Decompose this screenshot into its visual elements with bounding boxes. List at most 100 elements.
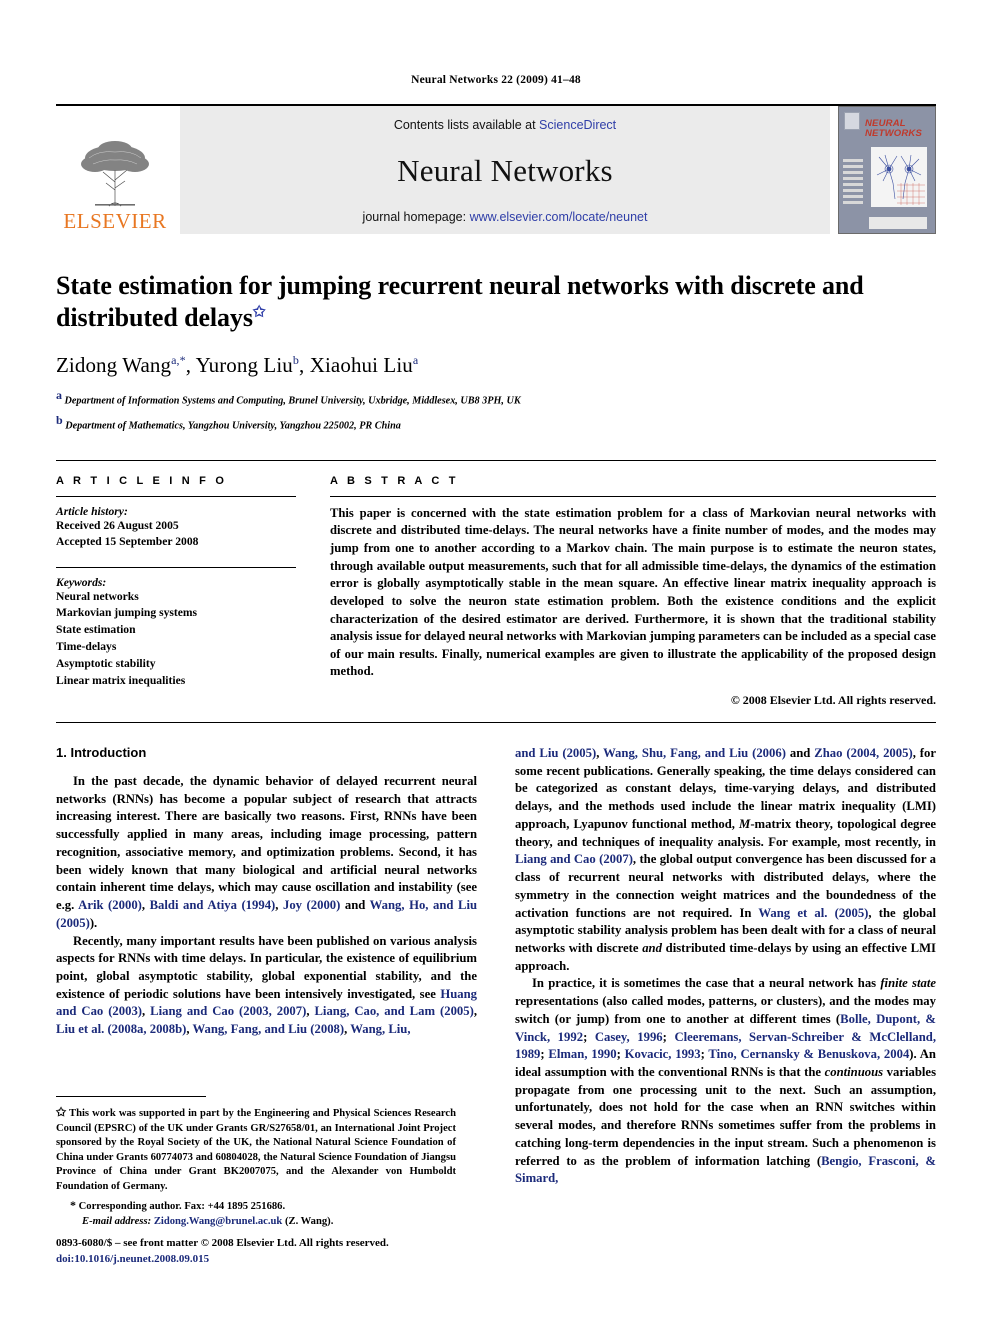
paragraph: Recently, many important results have be… xyxy=(56,933,477,1039)
doi-link[interactable]: doi:10.1016/j.neunet.2008.09.015 xyxy=(56,1252,476,1268)
running-head: Neural Networks 22 (2009) 41–48 xyxy=(411,74,581,86)
body-text: , xyxy=(275,898,283,913)
citation-link[interactable]: Wang, Liu, xyxy=(350,1022,410,1036)
abstract-heading: A B S T R A C T xyxy=(330,474,459,487)
keyword-item: Time-delays xyxy=(56,640,117,654)
body-text: ; xyxy=(662,1029,675,1044)
body-text: ). xyxy=(89,915,98,930)
article-history-label: Article history: xyxy=(56,504,128,518)
emphasis-text: continuous xyxy=(824,1064,884,1079)
body-text: and xyxy=(340,898,370,913)
cover-neural-network-icon xyxy=(876,154,925,205)
citation-link[interactable]: Zhao (2004, 2005) xyxy=(814,746,912,760)
paragraph: In the past decade, the dynamic behavior… xyxy=(56,773,477,932)
author-name: Yurong Liu xyxy=(195,353,293,378)
section-title-introduction: 1. Introduction xyxy=(56,745,147,761)
citation-link[interactable]: Liang and Cao (2003, 2007) xyxy=(150,1004,306,1018)
citation-link[interactable]: Baldi and Atiya (1994) xyxy=(150,898,276,912)
citation-link[interactable]: Wang, Shu, Fang, and Liu (2006) xyxy=(603,746,786,760)
body-text: ; xyxy=(583,1029,595,1044)
paper-page: Neural Networks 22 (2009) 41–48 ELSEVIER… xyxy=(0,0,992,1323)
citation-link[interactable]: Liu et al. (2008a, 2008b) xyxy=(56,1022,186,1036)
contents-available-line: Contents lists available at ScienceDirec… xyxy=(394,118,616,132)
keyword-item: Markovian jumping systems xyxy=(56,606,198,620)
body-text: variables propagate from one processing … xyxy=(515,1064,937,1168)
cover-title: NEURAL NETWORKS xyxy=(865,118,923,139)
citation-link[interactable]: Wang, Fang, and Liu (2008) xyxy=(193,1022,345,1036)
citation-link[interactable]: Elman, 1990 xyxy=(548,1047,616,1061)
citation-link[interactable]: Tino, Cernansky & Benuskova, 2004 xyxy=(708,1047,909,1061)
citation-link[interactable]: Liang and Cao (2007) xyxy=(515,852,633,866)
email-label: E-mail address: xyxy=(82,1215,152,1227)
author-name: Zidong Wang xyxy=(56,353,172,378)
body-text: In practice, it is sometimes the case th… xyxy=(532,976,881,991)
citation-link[interactable]: Casey, 1996 xyxy=(595,1030,663,1044)
paragraph: In practice, it is sometimes the case th… xyxy=(515,975,936,1188)
corresponding-author-footnote: * Corresponding author. Fax: +44 1895 25… xyxy=(56,1197,456,1215)
author-name: Xiaohui Liu xyxy=(309,353,413,378)
abstract-copyright: © 2008 Elsevier Ltd. All rights reserved… xyxy=(730,693,936,708)
title-block: State estimation for jumping recurrent n… xyxy=(56,270,936,434)
paper-title-text: State estimation for jumping recurrent n… xyxy=(56,271,864,332)
divider xyxy=(56,495,296,497)
journal-homepage-link[interactable]: www.elsevier.com/locate/neunet xyxy=(470,210,648,224)
email-suffix: (Z. Wang). xyxy=(284,1215,334,1227)
article-info-column: A R T I C L E I N F O Article history: R… xyxy=(56,475,296,708)
body-text: In the past decade, the dynamic behavior… xyxy=(56,774,477,913)
keywords-label: Keywords: xyxy=(56,575,107,589)
keyword-item: Neural networks xyxy=(56,589,139,603)
author-separator: , xyxy=(299,353,310,378)
title-footnote-marker[interactable]: ✩ xyxy=(253,304,266,320)
footnote-divider xyxy=(56,1096,206,1097)
journal-cover-thumbnail: NEURAL NETWORKS xyxy=(838,106,936,234)
sciencedirect-link[interactable]: ScienceDirect xyxy=(539,118,616,132)
cover-illustration xyxy=(871,147,927,207)
citation-link[interactable]: Kovacic, 1993 xyxy=(625,1047,701,1061)
body-text: , xyxy=(141,898,150,913)
citation-link[interactable]: Arik (2000) xyxy=(78,898,142,912)
funding-footnote-text: This work was supported in part by the E… xyxy=(56,1108,456,1192)
affiliation-text: Department of Mathematics, Yangzhou Univ… xyxy=(65,420,401,431)
abstract-text: This paper is concerned with the state e… xyxy=(330,505,936,679)
author-separator: , xyxy=(185,353,196,378)
keyword-item: State estimation xyxy=(56,623,136,637)
body-text: , xyxy=(473,1004,477,1019)
cover-footer-band xyxy=(869,217,927,229)
article-history-received: Received 26 August 2005 xyxy=(56,518,179,532)
paragraph: and Liu (2005), Wang, Shu, Fang, and Liu… xyxy=(515,745,936,975)
journal-title: Neural Networks xyxy=(397,153,613,188)
affiliation: b Department of Mathematics, Yangzhou Un… xyxy=(56,412,936,434)
citation-link[interactable]: Wang et al. (2005) xyxy=(758,906,868,920)
info-abstract-row: A R T I C L E I N F O Article history: R… xyxy=(56,459,936,708)
affiliation: a Department of Information Systems and … xyxy=(56,387,936,409)
emphasis-text: finite state xyxy=(880,976,936,991)
keyword-item: Asymptotic stability xyxy=(56,656,156,670)
issn-copyright-block: 0893-6080/$ – see front matter © 2008 El… xyxy=(56,1236,476,1268)
citation-link[interactable]: and Liu (2005) xyxy=(515,746,596,760)
cover-elsevier-logo-icon xyxy=(844,112,860,130)
author-affil-marker[interactable]: a,* xyxy=(171,353,186,367)
corresponding-author-text: Corresponding author. Fax: +44 1895 2516… xyxy=(78,1201,286,1212)
elsevier-wordmark: ELSEVIER xyxy=(63,209,167,233)
journal-homepage-line: journal homepage: www.elsevier.com/locat… xyxy=(363,210,648,224)
email-footnote: E-mail address: Zidong.Wang@brunel.ac.uk… xyxy=(56,1215,456,1230)
abstract-column: A B S T R A C T This paper is concerned … xyxy=(330,475,936,708)
body-right-column: and Liu (2005), Wang, Shu, Fang, and Liu… xyxy=(515,745,936,1188)
issn-line: 0893-6080/$ – see front matter © 2008 El… xyxy=(56,1237,389,1249)
journal-masthead: ELSEVIER Contents lists available at Sci… xyxy=(56,104,936,234)
keyword-item: Linear matrix inequalities xyxy=(56,673,186,687)
affiliation-text: Department of Information Systems and Co… xyxy=(64,395,521,407)
elsevier-logo: ELSEVIER xyxy=(56,106,174,234)
affiliation-marker: b xyxy=(56,412,63,427)
citation-link[interactable]: Liang, Cao, and Lam (2005) xyxy=(314,1004,473,1018)
body-text: ; xyxy=(616,1047,625,1062)
footnote-star-marker: ✩ xyxy=(56,1105,67,1119)
citation-link[interactable]: Joy (2000) xyxy=(283,898,340,912)
author-affil-marker[interactable]: a xyxy=(413,353,418,367)
cover-sidebar-lines xyxy=(843,159,863,211)
article-info-heading: A R T I C L E I N F O xyxy=(56,474,228,487)
email-link[interactable]: Zidong.Wang@brunel.ac.uk xyxy=(154,1216,283,1227)
corresponding-author-marker: * xyxy=(70,1198,76,1212)
affiliation-marker: a xyxy=(56,388,62,403)
body-text: Recently, many important results have be… xyxy=(56,933,477,1001)
